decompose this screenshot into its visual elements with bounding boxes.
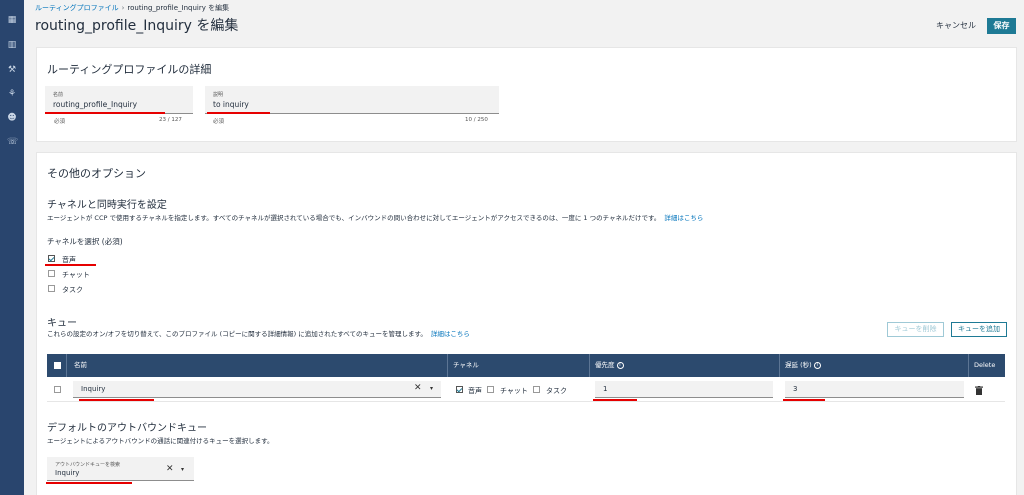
outbound-queue-value: Inquiry	[55, 469, 80, 477]
channel-select-label: チャネルを選択 (必須)	[47, 237, 123, 246]
row-task-checkbox[interactable]	[533, 386, 540, 393]
name-field[interactable]: 名前 routing_profile_Inquiry	[45, 86, 193, 114]
name-field-hint: 必須	[54, 119, 66, 125]
row-chat-label: チャット	[500, 387, 528, 395]
chat-checkbox[interactable]	[48, 270, 55, 277]
column-header-delete: Delete	[974, 361, 996, 369]
phone-icon[interactable]: ☏	[7, 137, 18, 147]
annotation-underline	[45, 264, 96, 266]
column-divider	[589, 354, 590, 377]
dashboard-icon[interactable]: ▦	[7, 15, 17, 25]
column-divider	[968, 354, 969, 377]
routing-icon[interactable]: ⚒	[7, 65, 17, 75]
channels-title: チャネルと同時実行を設定	[47, 200, 167, 211]
add-queue-button[interactable]: キューを追加	[951, 322, 1007, 337]
page-title: routing_profile_Inquiry を編集	[35, 18, 239, 34]
outbound-queue-label: アウトバウンドキューを検索	[55, 462, 121, 468]
clear-icon[interactable]: ✕	[414, 383, 422, 393]
outbound-desc: エージェントによるアウトバウンドの通話に関連付けるキューを選択します。	[47, 437, 274, 445]
breadcrumb-parent-link[interactable]: ルーティングプロファイル	[35, 4, 119, 12]
annotation-underline	[46, 482, 132, 484]
options-card: その他のオプション チャネルと同時実行を設定 エージェントが CCP で使用する…	[36, 152, 1017, 495]
priority-value: 1	[603, 385, 608, 393]
row-voice-checkbox[interactable]	[456, 386, 463, 393]
options-title: その他のオプション	[47, 167, 146, 180]
row-task-label: タスク	[546, 387, 567, 395]
save-button[interactable]: 保存	[987, 18, 1016, 34]
column-divider	[779, 354, 780, 377]
description-field-label: 説明	[213, 92, 224, 98]
remove-queue-button[interactable]: キューを削除	[887, 322, 944, 337]
channels-desc-text: エージェントが CCP で使用するチャネルを指定します。すべてのチャネルが選択さ…	[47, 214, 661, 222]
queue-table-header: 名前 チャネル 優先度 i 遅延 (秒) i Delete	[47, 354, 1005, 377]
column-divider	[66, 354, 67, 377]
breadcrumb: ルーティングプロファイル › routing_profile_Inquiry を編集	[35, 3, 229, 13]
priority-input[interactable]: 1	[595, 381, 773, 398]
delay-header-label: 遅延 (秒)	[785, 361, 812, 369]
row-voice-label: 音声	[468, 387, 482, 395]
description-field[interactable]: 説明 to inquiry	[205, 86, 499, 114]
column-header-delay: 遅延 (秒) i	[785, 354, 821, 377]
queue-name-select[interactable]: Inquiry ✕ ▾	[73, 381, 441, 398]
annotation-underline	[593, 399, 637, 401]
queues-learn-more-link[interactable]: 詳細はこちら	[431, 330, 470, 338]
clear-icon[interactable]: ✕	[166, 464, 174, 474]
priority-header-label: 優先度	[595, 361, 615, 369]
outbound-queue-select[interactable]: アウトバウンドキューを検索 Inquiry ✕ ▾	[47, 457, 194, 481]
delay-input[interactable]: 3	[785, 381, 964, 398]
channels-desc: エージェントが CCP で使用するチャネルを指定します。すべてのチャネルが選択さ…	[47, 212, 703, 222]
annotation-underline	[207, 112, 270, 114]
table-row: Inquiry ✕ ▾ 音声 チャット タスク 1 3	[47, 377, 1005, 402]
column-header-name: 名前	[74, 361, 87, 369]
breadcrumb-separator: ›	[121, 4, 125, 12]
name-field-value: routing_profile_Inquiry	[53, 100, 138, 109]
voice-checkbox[interactable]	[48, 255, 55, 262]
details-card: ルーティングプロファイルの詳細 名前 routing_profile_Inqui…	[36, 47, 1017, 142]
column-header-priority: 優先度 i	[595, 354, 624, 377]
queues-desc-text: これらの設定のオン/オフを切り替えて、このプロファイル (コピーに関する詳細情報…	[47, 330, 427, 338]
info-icon[interactable]: i	[616, 361, 624, 369]
outbound-title: デフォルトのアウトバウンドキュー	[47, 423, 207, 434]
task-checkbox-label: タスク	[62, 286, 83, 294]
chevron-down-icon[interactable]: ▾	[430, 385, 433, 392]
cancel-button[interactable]: キャンセル	[936, 20, 976, 31]
flows-icon[interactable]: ⚘	[7, 89, 17, 99]
task-checkbox[interactable]	[48, 285, 55, 292]
description-field-hint: 必須	[213, 119, 225, 125]
annotation-underline	[45, 112, 165, 114]
annotation-underline	[783, 399, 825, 401]
column-divider	[447, 354, 448, 377]
trash-icon[interactable]	[975, 386, 983, 395]
chevron-down-icon[interactable]: ▾	[181, 466, 184, 473]
breadcrumb-current: routing_profile_Inquiry を編集	[127, 4, 230, 12]
name-field-count: 23 / 127	[159, 117, 182, 123]
queues-title: キュー	[47, 318, 77, 329]
name-field-label: 名前	[53, 92, 64, 98]
annotation-underline	[79, 399, 154, 401]
channels-learn-more-link[interactable]: 詳細はこちら	[664, 214, 703, 222]
description-field-value: to inquiry	[213, 100, 249, 109]
metrics-icon[interactable]: ▥	[7, 40, 17, 50]
queues-desc: これらの設定のオン/オフを切り替えて、このプロファイル (コピーに関する詳細情報…	[47, 328, 470, 338]
nav-rail: ▦ ▥ ⚒ ⚘ ☻ ☏	[0, 0, 24, 495]
select-all-checkbox[interactable]	[54, 362, 61, 369]
chat-checkbox-label: チャット	[62, 271, 90, 279]
row-chat-checkbox[interactable]	[487, 386, 494, 393]
delay-value: 3	[793, 385, 798, 393]
row-select-checkbox[interactable]	[54, 386, 61, 393]
description-field-count: 10 / 250	[465, 117, 488, 123]
column-header-channel: チャネル	[453, 361, 479, 369]
users-icon[interactable]: ☻	[7, 113, 17, 123]
info-icon[interactable]: i	[813, 361, 821, 369]
queue-name-value: Inquiry	[81, 385, 106, 393]
details-title: ルーティングプロファイルの詳細	[47, 63, 212, 76]
